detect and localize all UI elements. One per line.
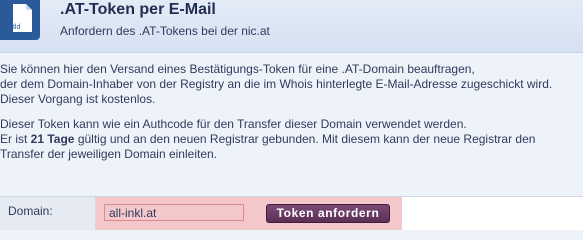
description-paragraph-2: Dieser Token kann wie ein Authcode für d…	[0, 117, 583, 162]
description: Sie können hier den Versand eines Bestät…	[0, 62, 583, 172]
domain-label: Domain:	[8, 204, 53, 218]
text-line: Dieser Vorgang ist kostenlos.	[0, 92, 156, 106]
text-line: Er ist	[0, 132, 31, 146]
text-line: Transfer der jeweiligen Domain einleiten…	[0, 147, 217, 161]
text-line: Dieser Token kann wie ein Authcode für d…	[0, 117, 467, 131]
description-paragraph-1: Sie können hier den Versand eines Bestät…	[0, 62, 583, 107]
tld-document-icon: .tld	[0, 0, 40, 40]
domain-input-cell: Token anfordern	[96, 197, 402, 230]
request-token-button[interactable]: Token anfordern	[266, 204, 390, 223]
text-line: Sie können hier den Versand eines Bestät…	[0, 62, 475, 76]
page-header: .tld .AT-Token per E-Mail Anfordern des …	[0, 0, 583, 53]
domain-label-cell: Domain:	[0, 197, 96, 230]
svg-text:.tld: .tld	[11, 24, 20, 31]
text-line: gültig und an den neuen Registrar gebund…	[74, 132, 536, 146]
validity-days: 21 Tage	[30, 132, 75, 146]
page-title: .AT-Token per E-Mail	[60, 1, 216, 18]
domain-form-row: Domain: Token anfordern	[0, 196, 583, 230]
domain-input[interactable]	[104, 204, 244, 221]
page-subtitle: Anfordern des .AT-Tokens bei der nic.at	[60, 24, 270, 38]
text-line: der dem Domain-Inhaber von der Registry …	[0, 77, 553, 91]
